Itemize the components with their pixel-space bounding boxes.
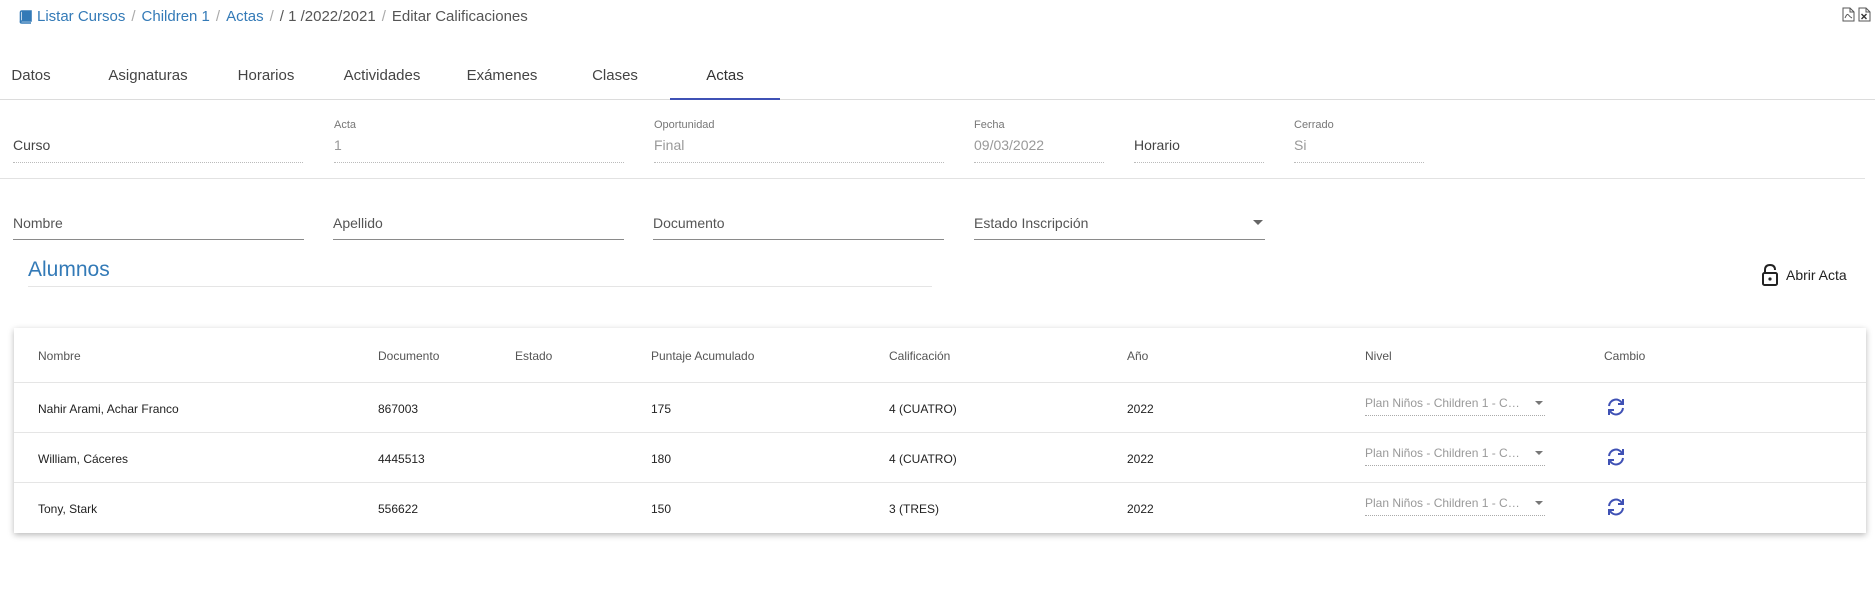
oportunidad-field: Oportunidad Final	[654, 119, 944, 163]
cell-calificacion: 3 (TRES)	[889, 502, 940, 516]
excel-file-icon[interactable]	[1858, 7, 1871, 22]
chevron-down-icon	[1535, 451, 1543, 455]
header-nombre: Nombre	[38, 349, 81, 363]
cell-documento: 867003	[378, 402, 419, 416]
header-nivel: Nivel	[1365, 349, 1392, 363]
table-row: Tony, Stark 556622 150 3 (TRES) 2022 Pla…	[14, 483, 1866, 533]
pdf-file-icon[interactable]	[1842, 7, 1855, 22]
breadcrumb-acta-id: / 1 /2022/2021	[279, 8, 376, 25]
breadcrumb-listar-cursos[interactable]: Listar Cursos	[37, 8, 125, 25]
cell-puntaje: 150	[651, 502, 672, 516]
curso-label	[13, 119, 303, 133]
breadcrumb-children-1[interactable]: Children 1	[142, 8, 210, 25]
tab-asignaturas[interactable]: Asignaturas	[100, 58, 196, 100]
nombre-filter-input[interactable]: Nombre	[13, 214, 304, 240]
cell-puntaje: 180	[651, 452, 672, 466]
horario-value: Horario	[1134, 133, 1264, 163]
header-documento: Documento	[378, 349, 440, 363]
acta-field: Acta 1	[334, 119, 624, 163]
chevron-down-icon	[1535, 501, 1543, 505]
breadcrumb-current: Editar Calificaciones	[391, 8, 528, 25]
estado-inscripcion-select[interactable]: Estado Inscripción	[974, 214, 1265, 240]
cell-nombre: Tony, Stark	[38, 502, 98, 516]
nivel-select[interactable]: Plan Niños - Children 1 - Children 1	[1365, 396, 1545, 416]
breadcrumb-separator: /	[269, 8, 274, 25]
header-puntaje: Puntaje Acumulado	[651, 349, 755, 363]
tab-datos[interactable]: Datos	[0, 58, 62, 100]
cell-anio: 2022	[1127, 452, 1154, 466]
nivel-select[interactable]: Plan Niños - Children 1 - Children 1	[1365, 446, 1545, 466]
cerrado-value: Si	[1294, 133, 1424, 163]
fecha-field: Fecha 09/03/2022	[974, 119, 1104, 163]
horario-field: Horario	[1134, 119, 1264, 163]
sync-icon[interactable]	[1605, 397, 1627, 417]
curso-field: Curso	[13, 119, 303, 163]
horario-label	[1134, 119, 1264, 133]
curso-value: Curso	[13, 133, 303, 163]
nivel-value: Plan Niños - Children 1 - Children 1	[1365, 446, 1525, 460]
fecha-label: Fecha	[974, 119, 1005, 131]
cell-anio: 2022	[1127, 502, 1154, 516]
cerrado-field: Cerrado Si	[1294, 119, 1424, 163]
cell-nombre: Nahir Arami, Achar Franco	[38, 402, 179, 416]
nivel-value: Plan Niños - Children 1 - Children 1	[1365, 496, 1525, 510]
sync-icon[interactable]	[1605, 447, 1627, 467]
fecha-value: 09/03/2022	[974, 133, 1104, 163]
export-icons	[1842, 7, 1871, 22]
table-row: William, Cáceres 4445513 180 4 (CUATRO) …	[14, 433, 1866, 483]
table-header-row: Nombre Documento Estado Puntaje Acumulad…	[14, 328, 1866, 383]
oportunidad-value: Final	[654, 133, 944, 163]
header-estado: Estado	[515, 349, 553, 363]
cerrado-label: Cerrado	[1294, 119, 1334, 131]
students-table: Nombre Documento Estado Puntaje Acumulad…	[14, 328, 1866, 533]
cell-calificacion: 4 (CUATRO)	[889, 402, 957, 416]
divider	[0, 178, 1865, 179]
table-row: Nahir Arami, Achar Franco 867003 175 4 (…	[14, 383, 1866, 433]
header-cambio: Cambio	[1604, 349, 1646, 363]
tab-actividades[interactable]: Actividades	[336, 58, 428, 100]
tab-actas[interactable]: Actas	[670, 58, 780, 100]
sync-icon[interactable]	[1605, 497, 1627, 517]
cell-nombre: William, Cáceres	[38, 452, 129, 466]
breadcrumb: Listar Cursos / Children 1 / Actas / / 1…	[19, 8, 528, 25]
breadcrumb-separator: /	[131, 8, 136, 25]
abrir-acta-label: Abrir Acta	[1786, 267, 1847, 283]
cell-documento: 4445513	[378, 452, 425, 466]
acta-label: Acta	[334, 119, 357, 131]
apellido-filter-input[interactable]: Apellido	[333, 214, 624, 240]
tab-horarios[interactable]: Horarios	[232, 58, 300, 100]
oportunidad-label: Oportunidad	[654, 119, 715, 131]
tab-clases[interactable]: Clases	[580, 58, 650, 100]
breadcrumb-separator: /	[215, 8, 221, 25]
chevron-down-icon	[1535, 401, 1543, 405]
section-title-alumnos: Alumnos	[28, 258, 932, 287]
header-calificacion: Calificación	[889, 349, 951, 363]
nivel-value: Plan Niños - Children 1 - Children 1	[1365, 396, 1525, 410]
nivel-select[interactable]: Plan Niños - Children 1 - Children 1	[1365, 496, 1545, 516]
header-anio: Año	[1127, 349, 1149, 363]
abrir-acta-button[interactable]: Abrir Acta	[1760, 263, 1847, 287]
cell-calificacion: 4 (CUATRO)	[889, 452, 957, 466]
documento-filter-input[interactable]: Documento	[653, 214, 944, 240]
tab-examenes[interactable]: Exámenes	[462, 58, 542, 100]
tab-bar: Datos Asignaturas Horarios Actividades E…	[0, 58, 1875, 100]
acta-value: 1	[334, 133, 624, 163]
cell-documento: 556622	[378, 502, 419, 516]
cell-anio: 2022	[1127, 402, 1154, 416]
estado-inscripcion-label: Estado Inscripción	[974, 215, 1089, 231]
chevron-down-icon	[1253, 220, 1263, 225]
cell-puntaje: 175	[651, 402, 672, 416]
breadcrumb-actas[interactable]: Actas	[226, 8, 264, 25]
breadcrumb-separator: /	[381, 8, 386, 25]
unlock-icon	[1762, 263, 1778, 286]
book-icon	[19, 9, 32, 24]
